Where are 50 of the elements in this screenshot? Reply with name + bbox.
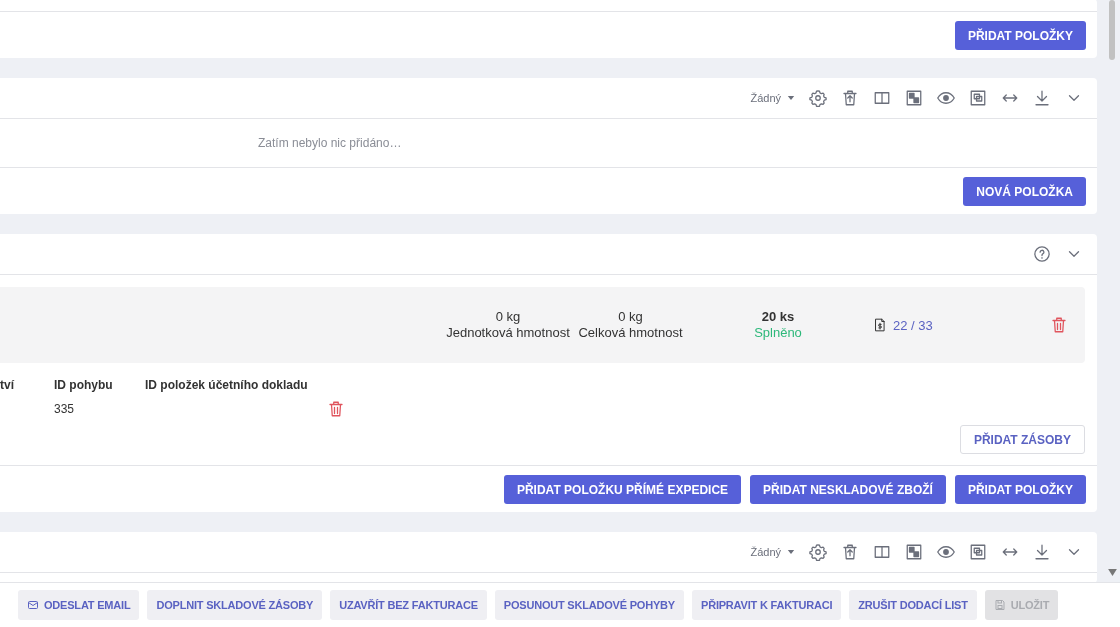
delete-icon[interactable] [1050,316,1068,334]
delete-icon[interactable] [327,400,345,418]
action-button[interactable]: DOPLNIT SKLADOVÉ ZÁSOBY [147,590,323,620]
save-icon [993,599,1006,611]
caret-icon [787,549,795,555]
status-label: Splněno [754,325,802,341]
settings-icon[interactable] [809,543,827,561]
trash-upload-icon[interactable] [841,89,859,107]
add-items-button[interactable]: PŘIDAT POLOŽKY [954,21,1086,50]
download-icon[interactable] [1033,543,1051,561]
caret-icon [787,95,795,101]
eye-icon[interactable] [937,543,955,561]
column-header: tví [0,378,15,392]
add-button[interactable]: PŘIDAT NESKLADOVÉ ZBOŽÍ [750,475,946,504]
filter-dropdown[interactable]: Žádný [750,546,795,558]
empty-message: Zatím nebylo nic přidáno… [258,136,402,150]
density-icon[interactable] [905,89,923,107]
new-item-button[interactable]: NOVÁ POLOŽKA [963,177,1086,206]
eye-icon[interactable] [937,89,955,107]
action-button[interactable]: ODESLAT EMAIL [18,590,140,620]
density-icon[interactable] [905,543,923,561]
scrollbar-thumb[interactable] [1109,0,1115,60]
table-cell-text: 335 [54,402,76,416]
scroll-down-icon[interactable] [1108,569,1117,576]
action-button[interactable]: ZRUŠIT DODACÍ LIST [849,590,977,620]
settings-icon[interactable] [809,89,827,107]
help-icon[interactable] [1033,245,1051,263]
frame-icon[interactable] [969,89,987,107]
frame-icon[interactable] [969,543,987,561]
columns-icon[interactable] [873,89,891,107]
columns-icon[interactable] [873,543,891,561]
quantity-value: 20 ks [761,309,795,325]
invoice-icon [873,318,887,332]
add-button[interactable]: PŘIDAT POLOŽKU PŘÍMÉ EXPEDICE [503,475,742,504]
add-button[interactable]: PŘIDAT POLOŽKY [954,475,1086,504]
action-button[interactable]: PŘIPRAVIT K FAKTURACI [692,590,842,620]
total-weight-value: 0 kg [618,309,643,325]
total-weight-label: Celková hmotnost [578,325,683,341]
filter-dropdown[interactable]: Žádný [750,92,795,104]
action-button[interactable]: POSUNOUT SKLADOVÉ POHYBY [494,590,684,620]
download-icon[interactable] [1033,89,1051,107]
documents-link[interactable]: 22 / 33 [893,317,933,333]
trash-upload-icon[interactable] [841,543,859,561]
add-stock-button[interactable]: PŘIDAT ZÁSOBY [959,425,1085,454]
unit-weight-value: 0 kg [495,309,521,325]
column-header: ID pohybu [54,378,114,392]
unit-weight-label: Jednotková hmotnost [446,325,570,341]
column-header: ID položek účetního dokladu [145,378,309,392]
mail-icon [27,599,39,611]
action-button[interactable]: UZAVŘÍT BEZ FAKTURACE [330,590,487,620]
